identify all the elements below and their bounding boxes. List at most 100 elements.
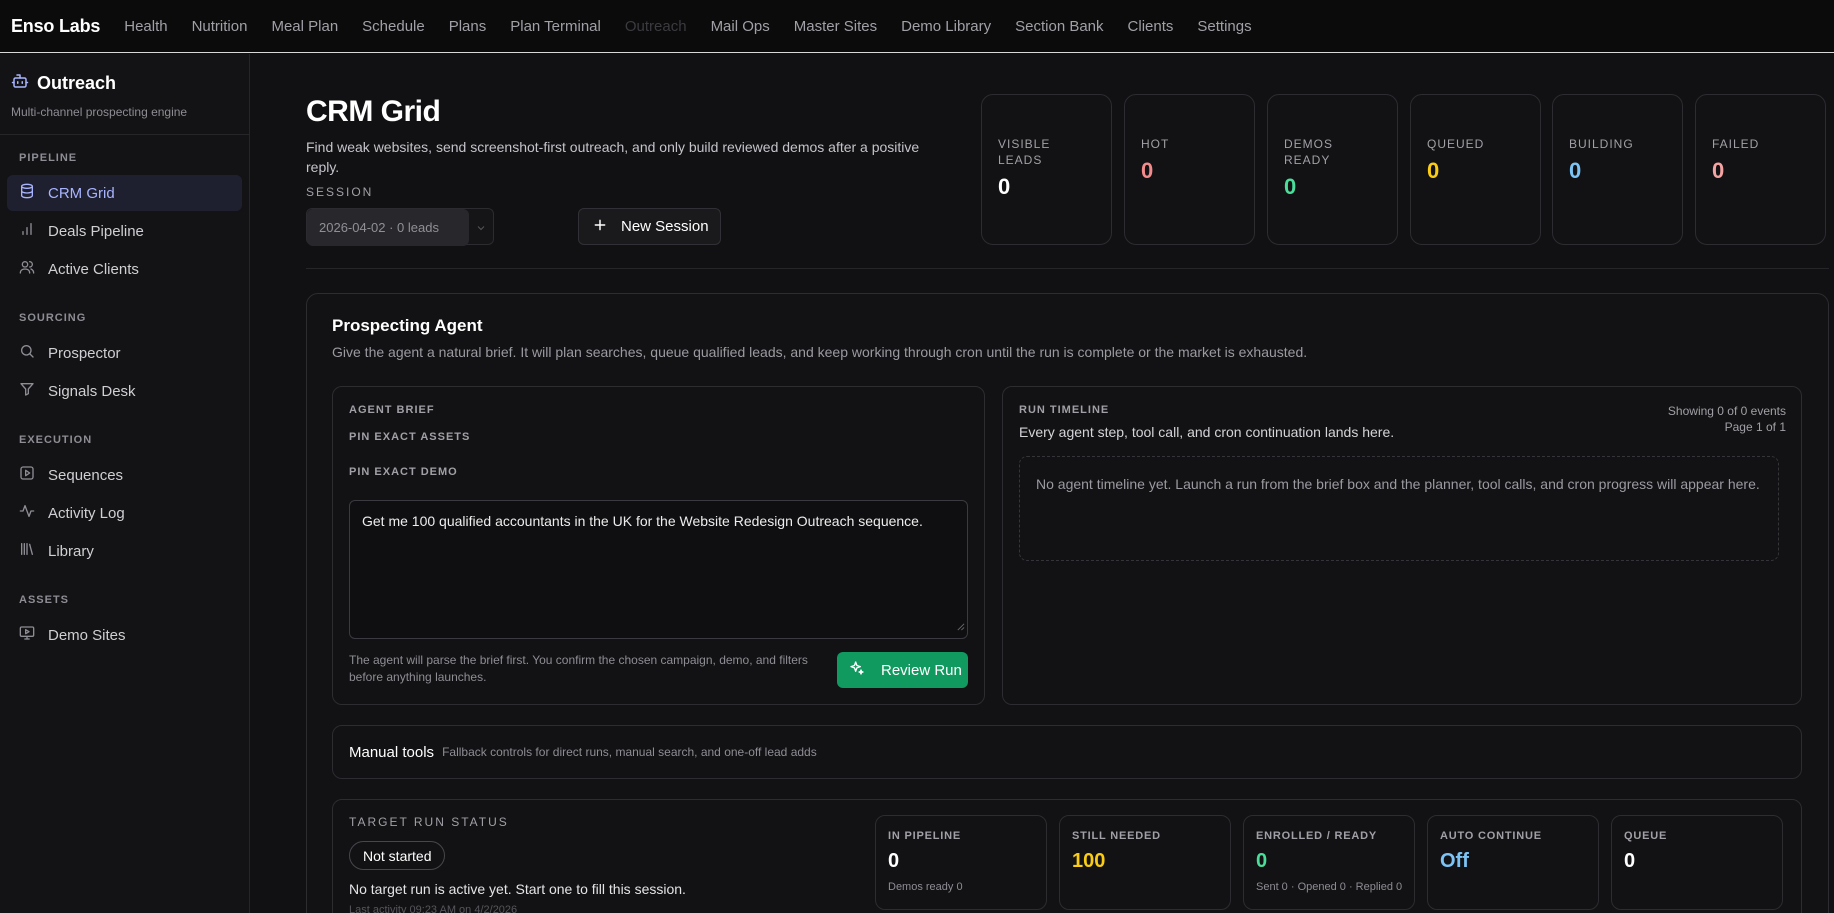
- activity-icon: [19, 503, 35, 523]
- sidebar-header: Outreach Multi-channel prospecting engin…: [0, 54, 249, 135]
- agent-brief-textarea[interactable]: Get me 100 qualified accountants in the …: [349, 500, 968, 639]
- sidebar-item-label: Demo Sites: [48, 626, 126, 644]
- sidebar-item-demo-sites[interactable]: Demo Sites: [7, 617, 242, 653]
- run-stat-auto-continue: AUTO CONTINUE Off: [1427, 815, 1599, 910]
- stat-label: HOT: [1141, 137, 1170, 151]
- sidebar-item-active-clients[interactable]: Active Clients: [7, 251, 242, 287]
- search-icon: [19, 343, 35, 363]
- sidebar-item-signals-desk[interactable]: Signals Desk: [7, 373, 242, 409]
- library-icon: [19, 541, 35, 561]
- stat-failed: FAILED 0: [1695, 94, 1826, 245]
- nav-schedule[interactable]: Schedule: [362, 18, 425, 35]
- sidebar-item-label: Prospector: [48, 344, 121, 362]
- agent-brief-panel: AGENT BRIEF PIN EXACT ASSETS PIN EXACT D…: [332, 386, 985, 705]
- monitor-play-icon: [19, 625, 35, 645]
- stat-value: 0: [1284, 174, 1297, 199]
- agent-brief-label: AGENT BRIEF: [349, 404, 435, 416]
- run-stat-sub: Demos ready 0: [888, 881, 963, 893]
- status-badge: Not started: [349, 841, 446, 870]
- sidebar-item-label: Active Clients: [48, 260, 139, 278]
- sidebar-subtitle: Multi-channel prospecting engine: [11, 105, 188, 119]
- session-select-value: 2026-04-02 · 0 leads: [307, 209, 469, 246]
- sidebar-item-crm-grid[interactable]: CRM Grid: [7, 175, 242, 211]
- brand-logo[interactable]: Enso Labs: [11, 16, 100, 37]
- robot-icon: [11, 72, 29, 95]
- new-session-button[interactable]: New Session: [578, 208, 721, 245]
- agent-description: Give the agent a natural brief. It will …: [332, 344, 1308, 360]
- new-session-label: New Session: [621, 218, 709, 235]
- plus-icon: [593, 218, 607, 236]
- nav-health[interactable]: Health: [124, 18, 167, 35]
- nav-settings[interactable]: Settings: [1197, 18, 1251, 35]
- sidebar: Outreach Multi-channel prospecting engin…: [0, 54, 250, 913]
- manual-tools-description: Fallback controls for direct runs, manua…: [442, 745, 817, 759]
- chevron-down-icon: [475, 221, 487, 237]
- nav-section-bank[interactable]: Section Bank: [1015, 18, 1103, 35]
- users-icon: [19, 259, 35, 279]
- bar-chart-icon: [19, 221, 35, 241]
- target-run-status-panel: TARGET RUN STATUS Not started No target …: [332, 799, 1802, 913]
- agent-title: Prospecting Agent: [332, 316, 483, 335]
- run-stat-enrolled-ready: ENROLLED / READY 0 Sent 0 · Opened 0 · R…: [1243, 815, 1415, 910]
- review-run-label: Review Run: [881, 661, 962, 679]
- run-stat-label: STILL NEEDED: [1072, 830, 1161, 842]
- stat-building: BUILDING 0: [1552, 94, 1683, 245]
- stat-value: 0: [1569, 158, 1582, 183]
- brief-note: The agent will parse the brief first. Yo…: [349, 653, 808, 684]
- nav-mail-ops[interactable]: Mail Ops: [711, 18, 770, 35]
- run-stat-sub: Sent 0 · Opened 0 · Replied 0: [1256, 881, 1403, 893]
- sidebar-item-prospector[interactable]: Prospector: [7, 335, 242, 371]
- run-timeline-panel: RUN TIMELINE Every agent step, tool call…: [1002, 386, 1802, 705]
- divider: [306, 268, 1829, 269]
- nav-master-sites[interactable]: Master Sites: [794, 18, 877, 35]
- sidebar-section-execution: EXECUTION: [19, 434, 93, 446]
- timeline-page: Page 1 of 1: [1724, 420, 1786, 434]
- sidebar-title: Outreach: [11, 72, 238, 95]
- run-stat-label: IN PIPELINE: [888, 830, 961, 842]
- timeline-showing: Showing 0 of 0 events: [1667, 404, 1786, 418]
- top-nav: Enso Labs Health Nutrition Meal Plan Sch…: [0, 0, 1834, 53]
- sidebar-item-deals-pipeline[interactable]: Deals Pipeline: [7, 213, 242, 249]
- stat-label: FAILED: [1712, 137, 1760, 151]
- sidebar-item-label: Deals Pipeline: [48, 222, 144, 240]
- stat-value: 0: [998, 174, 1011, 199]
- stat-value: 0: [1141, 158, 1154, 183]
- run-stat-value: Off: [1440, 850, 1469, 872]
- nav-outreach[interactable]: Outreach: [625, 18, 687, 35]
- manual-tools-title: Manual tools: [349, 743, 435, 761]
- play-square-icon: [19, 465, 35, 485]
- run-stat-label: ENROLLED / READY: [1256, 830, 1377, 842]
- sidebar-item-sequences[interactable]: Sequences: [7, 457, 242, 493]
- timeline-pagination: Showing 0 of 0 events Page 1 of 1: [1668, 403, 1786, 435]
- filter-icon: [19, 381, 35, 401]
- nav-clients[interactable]: Clients: [1128, 18, 1174, 35]
- database-icon: [19, 183, 35, 203]
- pin-assets-label[interactable]: PIN EXACT ASSETS: [349, 431, 470, 443]
- sidebar-item-label: Library: [48, 542, 94, 560]
- run-timeline-label: RUN TIMELINE: [1019, 404, 1110, 416]
- session-select[interactable]: 2026-04-02 · 0 leads: [306, 208, 494, 246]
- sidebar-section-assets: ASSETS: [19, 594, 70, 606]
- stat-value: 0: [1712, 158, 1725, 183]
- run-stat-value: 0: [888, 850, 900, 872]
- pin-demo-label[interactable]: PIN EXACT DEMO: [349, 466, 458, 478]
- manual-tools-toggle[interactable]: Manual tools Fallback controls for direc…: [332, 725, 1802, 779]
- nav-meal-plan[interactable]: Meal Plan: [271, 18, 338, 35]
- nav-demo-library[interactable]: Demo Library: [901, 18, 991, 35]
- timeline-empty-state: No agent timeline yet. Launch a run from…: [1019, 456, 1779, 561]
- run-stat-queue: QUEUE 0: [1611, 815, 1783, 910]
- sidebar-section-sourcing: SOURCING: [19, 312, 87, 324]
- sparkles-icon: [849, 660, 865, 680]
- prospecting-agent-card: Prospecting Agent Give the agent a natur…: [306, 293, 1829, 913]
- sidebar-item-label: Activity Log: [48, 504, 125, 522]
- review-run-button[interactable]: Review Run: [837, 652, 968, 688]
- target-run-status-label: TARGET RUN STATUS: [349, 815, 509, 829]
- nav-plans[interactable]: Plans: [449, 18, 487, 35]
- nav-plan-terminal[interactable]: Plan Terminal: [510, 18, 601, 35]
- run-timeline-description: Every agent step, tool call, and cron co…: [1019, 424, 1395, 440]
- resize-grip-icon[interactable]: [956, 616, 965, 636]
- sidebar-item-label: Signals Desk: [48, 382, 136, 400]
- sidebar-item-activity-log[interactable]: Activity Log: [7, 495, 242, 531]
- nav-nutrition[interactable]: Nutrition: [192, 18, 248, 35]
- sidebar-item-library[interactable]: Library: [7, 533, 242, 569]
